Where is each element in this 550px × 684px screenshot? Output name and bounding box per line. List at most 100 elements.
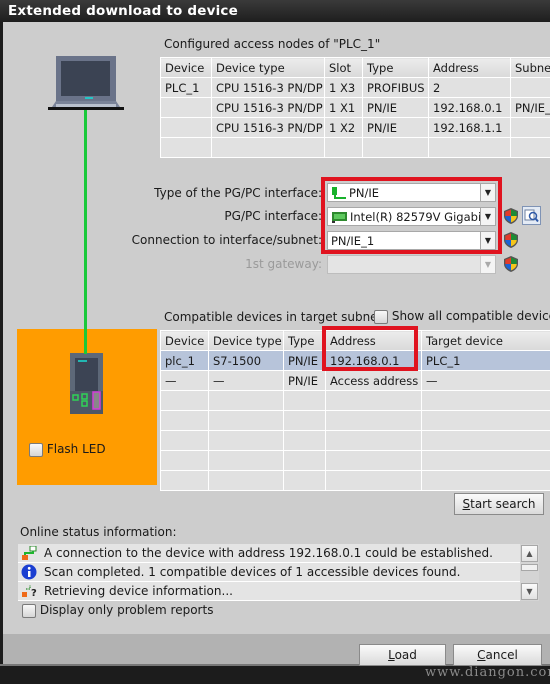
cell	[428, 137, 511, 158]
gateway-label: 1st gateway:	[245, 257, 322, 271]
column-header[interactable]: Device type	[208, 330, 284, 351]
hotkey-letter: S	[462, 497, 471, 511]
table-row[interactable]: CPU 1516-3 PN/DP 1 X1 PN/IE 192.168.0.1 PN/I…	[160, 97, 550, 118]
cell	[325, 450, 422, 471]
cell	[160, 410, 209, 431]
status-message-list[interactable]: A connection to the device with address …	[18, 544, 539, 601]
cell: —	[421, 370, 550, 391]
cell: CPU 1516-3 PN/DP	[211, 97, 325, 118]
table-header-row: Device Device type Slot Type Address Sub…	[160, 57, 550, 78]
cell	[283, 450, 326, 471]
checkbox-box[interactable]	[29, 442, 43, 457]
flash-led-label: Flash LED	[46, 442, 106, 456]
connection-line-lower	[84, 329, 87, 354]
cell: PLC_1	[421, 350, 550, 371]
button-label: tart search	[470, 497, 536, 511]
cell: —	[208, 370, 284, 391]
button-label: oad	[394, 648, 417, 662]
highlight-box-address	[322, 326, 418, 371]
show-all-devices-checkbox[interactable]: Show all compatible devices	[374, 309, 550, 324]
load-button[interactable]: Load	[359, 644, 446, 666]
cell: PN/IE	[362, 117, 429, 138]
table-row[interactable]	[160, 390, 550, 411]
cell	[283, 390, 326, 411]
status-heading: Online status information:	[20, 525, 177, 539]
connection-icon	[20, 545, 38, 561]
scroll-thumb[interactable]	[521, 564, 538, 571]
table-row[interactable]: PLC_1 CPU 1516-3 PN/DP 1 X3 PROFIBUS 2	[160, 77, 550, 98]
status-text: Retrieving device information...	[44, 584, 233, 598]
table-row[interactable]	[160, 410, 550, 431]
cell	[421, 470, 550, 491]
table-row[interactable]	[160, 137, 550, 158]
status-message: A connection to the device with address …	[18, 544, 539, 563]
cell	[325, 470, 422, 491]
cell: 2	[428, 77, 511, 98]
compatible-heading: Compatible devices in target subnet:	[164, 310, 387, 324]
table-row[interactable]: CPU 1516-3 PN/DP 1 X2 PN/IE 192.168.1.1	[160, 117, 550, 138]
cell: Access address	[325, 370, 422, 391]
cell: plc_1	[160, 350, 209, 371]
search-interface-button[interactable]	[522, 206, 541, 225]
column-header[interactable]: Type	[283, 330, 326, 351]
cell	[325, 430, 422, 451]
status-scrollbar[interactable]: ▲ ▼	[520, 544, 539, 601]
connection-subnet-label: Connection to interface/subnet:	[131, 233, 322, 247]
cancel-button[interactable]: Cancel	[453, 644, 542, 666]
cell	[325, 410, 422, 431]
checkbox-box[interactable]	[22, 603, 36, 618]
configured-nodes-table: Device Device type Slot Type Address Sub…	[160, 57, 550, 158]
configured-heading: Configured access nodes of "PLC_1"	[164, 37, 381, 51]
cell	[160, 470, 209, 491]
cell	[421, 430, 550, 451]
cell	[208, 470, 284, 491]
column-header[interactable]: Device type	[211, 57, 325, 78]
start-search-button[interactable]: Start search	[454, 493, 544, 515]
cell: PLC_1	[160, 77, 212, 98]
flash-led-checkbox[interactable]: Flash LED	[29, 442, 106, 457]
cell	[283, 410, 326, 431]
problem-only-checkbox[interactable]: Display only problem reports	[22, 603, 213, 618]
info-icon	[20, 564, 38, 580]
column-header[interactable]: Target device	[421, 330, 550, 351]
security-shield-icon	[504, 208, 518, 224]
cell	[208, 450, 284, 471]
interface-type-label: Type of the PG/PC interface:	[154, 186, 322, 200]
connection-line	[84, 110, 87, 354]
column-header[interactable]: Device	[160, 57, 212, 78]
column-header[interactable]: Address	[428, 57, 511, 78]
table-row[interactable]	[160, 450, 550, 471]
s7-1500-plc-icon	[70, 353, 103, 414]
status-message: Scan completed. 1 compatible devices of …	[18, 563, 539, 582]
table-row[interactable]	[160, 430, 550, 451]
column-header[interactable]: Slot	[324, 57, 363, 78]
column-header[interactable]: Device	[160, 330, 209, 351]
cell	[160, 137, 212, 158]
scroll-down-button[interactable]: ▼	[521, 583, 538, 600]
magnifier-icon	[524, 209, 539, 223]
column-header[interactable]: Subnet	[510, 57, 550, 78]
window-title: Extended download to device	[0, 0, 550, 22]
cell: PN/IE	[362, 97, 429, 118]
status-message: ? Retrieving device information...	[18, 582, 539, 601]
cell	[325, 390, 422, 411]
cell: PN/IE_1	[510, 97, 550, 118]
column-header[interactable]: Type	[362, 57, 429, 78]
pgpc-laptop-icon	[48, 56, 124, 110]
show-all-label: Show all compatible devices	[391, 309, 550, 323]
cell: PN/IE	[283, 370, 326, 391]
cell	[160, 430, 209, 451]
cell: 1 X1	[324, 97, 363, 118]
status-text: A connection to the device with address …	[44, 546, 493, 560]
cell	[283, 470, 326, 491]
cell	[421, 450, 550, 471]
checkbox-box[interactable]	[374, 309, 388, 324]
cell	[160, 450, 209, 471]
scroll-up-button[interactable]: ▲	[521, 545, 538, 562]
chevron-down-icon: ▼	[480, 256, 495, 273]
cell: PROFIBUS	[362, 77, 429, 98]
cell	[510, 77, 550, 98]
table-row[interactable]	[160, 470, 550, 491]
table-row[interactable]: — — PN/IE Access address —	[160, 370, 550, 391]
cell: 1 X3	[324, 77, 363, 98]
